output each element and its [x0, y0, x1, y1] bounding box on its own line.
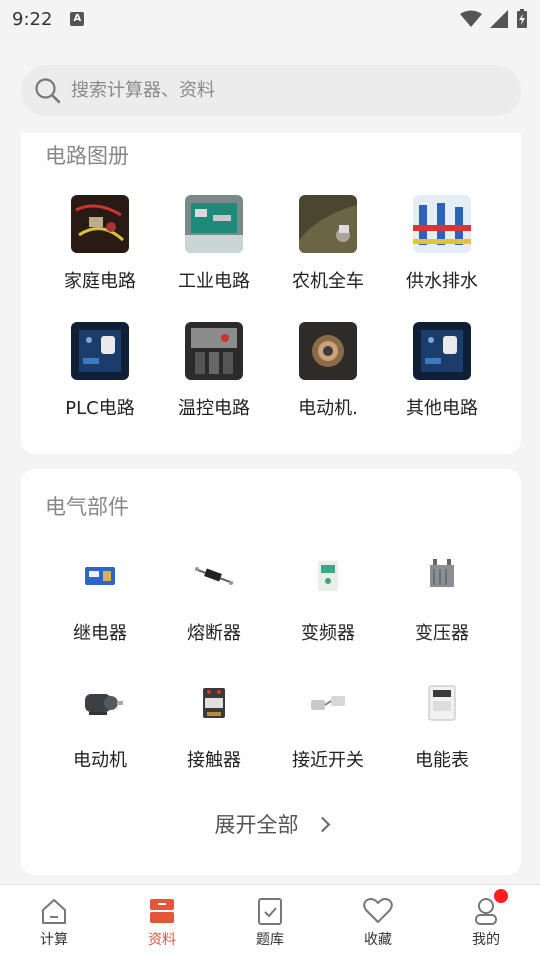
motor-thumb [71, 674, 129, 732]
item-label: 电能表 [415, 750, 469, 771]
tab-label: 我的 [472, 932, 500, 948]
item-label: 继电器 [73, 623, 127, 644]
circuit-item[interactable]: 工业电路 [157, 195, 271, 322]
status-icons [460, 9, 528, 29]
item-label: 电动机 [73, 750, 127, 771]
item-label: 家庭电路 [64, 271, 136, 292]
part-item[interactable]: 接近开关 [271, 674, 385, 801]
status-bar: 9:22 A [0, 0, 540, 38]
inverter-thumb [299, 547, 357, 605]
electrical-parts-card: 电气部件 继电器 熔断器 变频器 变压器 电动机 接触器 接近开关 电能表 展开… [21, 469, 521, 875]
item-label: 工业电路 [178, 271, 250, 292]
tab-profile[interactable]: 我的 [432, 885, 540, 960]
circuit-item[interactable]: PLC电路 [43, 322, 157, 449]
part-item[interactable]: 电动机 [43, 674, 157, 801]
wifi-icon [460, 10, 482, 27]
materials-icon [150, 899, 174, 923]
item-label: 变频器 [301, 623, 355, 644]
part-item[interactable]: 变压器 [385, 547, 499, 674]
circuit-item[interactable]: 电动机. [271, 322, 385, 449]
tab-label: 计算 [40, 932, 68, 948]
other-circuit-thumb [413, 322, 471, 380]
item-label: 供水排水 [406, 271, 478, 292]
item-label: PLC电路 [65, 398, 135, 419]
tab-label: 题库 [256, 932, 284, 948]
notification-a-icon: A [70, 12, 85, 26]
part-item[interactable]: 熔断器 [157, 547, 271, 674]
tab-label: 收藏 [364, 932, 392, 948]
industrial-circuit-thumb [185, 195, 243, 253]
item-label: 农机全车 [292, 271, 364, 292]
part-item[interactable]: 接触器 [157, 674, 271, 801]
item-label: 温控电路 [178, 398, 250, 419]
circuit-item[interactable]: 其他电路 [385, 322, 499, 449]
plc-circuit-thumb [71, 322, 129, 380]
battery-icon [517, 9, 527, 28]
search-icon [35, 77, 61, 103]
notification-badge [494, 889, 508, 903]
signal-icon [490, 10, 508, 28]
farm-machine-thumb [299, 195, 357, 253]
expand-all-label: 展开全部 [214, 813, 299, 837]
item-label: 其他电路 [406, 398, 478, 419]
circuit-atlas-card: 电路图册 家庭电路 工业电路 农机全车 供水排水 PLC电路 温控电路 电动机.… [21, 133, 521, 454]
item-label: 变压器 [415, 623, 469, 644]
tab-favorites[interactable]: 收藏 [324, 885, 432, 960]
tab-materials[interactable]: 资料 [108, 885, 216, 960]
circuit-item[interactable]: 农机全车 [271, 195, 385, 322]
proximity-switch-thumb [299, 674, 357, 732]
circuit-item[interactable]: 温控电路 [157, 322, 271, 449]
energy-meter-thumb [413, 674, 471, 732]
tab-label: 资料 [148, 932, 176, 948]
water-supply-thumb [413, 195, 471, 253]
item-label: 接近开关 [292, 750, 364, 771]
part-item[interactable]: 电能表 [385, 674, 499, 801]
circuit-item[interactable]: 供水排水 [385, 195, 499, 322]
item-label: 电动机. [298, 398, 358, 419]
section-title: 电气部件 [45, 495, 129, 519]
circuit-grid: 家庭电路 工业电路 农机全车 供水排水 PLC电路 温控电路 电动机. 其他电路 [43, 195, 499, 449]
item-label: 熔断器 [187, 623, 241, 644]
relay-thumb [71, 547, 129, 605]
search-input[interactable] [71, 80, 471, 101]
fuse-thumb [185, 547, 243, 605]
heart-icon [363, 898, 393, 923]
part-item[interactable]: 变频器 [271, 547, 385, 674]
parts-grid: 继电器 熔断器 变频器 变压器 电动机 接触器 接近开关 电能表 [43, 547, 499, 801]
tab-calculate[interactable]: 计算 [0, 885, 108, 960]
section-title: 电路图册 [45, 144, 129, 168]
chevron-right-icon [314, 816, 330, 832]
item-label: 接触器 [187, 750, 241, 771]
home-icon [42, 899, 66, 924]
transformer-thumb [413, 547, 471, 605]
expand-all-button[interactable]: 展开全部 [21, 809, 521, 839]
home-circuit-thumb [71, 195, 129, 253]
contactor-thumb [185, 674, 243, 732]
status-time: 9:22 [12, 8, 53, 30]
tab-quiz[interactable]: 题库 [216, 885, 324, 960]
search-bar[interactable] [21, 65, 521, 116]
temp-control-thumb [185, 322, 243, 380]
motor-circuit-thumb [299, 322, 357, 380]
circuit-item[interactable]: 家庭电路 [43, 195, 157, 322]
quiz-icon [258, 898, 282, 925]
part-item[interactable]: 继电器 [43, 547, 157, 674]
bottom-tab-bar: 计算 资料 题库 收藏 我的 [0, 884, 540, 960]
